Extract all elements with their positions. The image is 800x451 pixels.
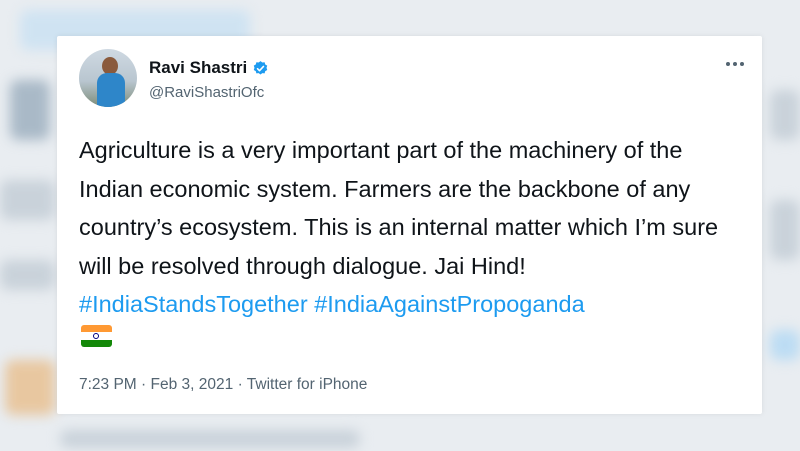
tweet-meta: 7:23 PM · Feb 3, 2021 · Twitter for iPho… [79,376,367,394]
blurred-shape [10,80,50,140]
separator: · [141,376,147,393]
avatar[interactable] [79,49,137,107]
hashtag-link[interactable]: #IndiaStandsTogether [79,291,308,317]
tweet-date[interactable]: Feb 3, 2021 [151,376,234,393]
blurred-shape [5,360,55,415]
separator: · [237,376,243,393]
hashtag-link[interactable]: #IndiaAgainstPropoganda [314,291,584,317]
more-options-icon[interactable] [726,62,744,66]
dot [740,62,744,66]
tweet-time[interactable]: 7:23 PM [79,376,137,393]
india-flag-icon [81,325,112,347]
tweet-body: Agriculture is a very important part of … [79,137,719,279]
blurred-shape [60,430,360,448]
blurred-shape [0,180,55,220]
author-name-row[interactable]: Ravi Shastri [149,58,269,78]
tweet-source[interactable]: Twitter for iPhone [247,376,368,393]
verified-badge-icon [254,60,268,75]
avatar-body [97,73,125,107]
dot [726,62,730,66]
blurred-shape [0,260,55,290]
tweet-card: Ravi Shastri @RaviShastriOfc Agriculture… [57,36,762,414]
blurred-shape [770,200,800,260]
blurred-shape [770,330,800,360]
tweet-text: Agriculture is a very important part of … [79,131,749,324]
author-display-name[interactable]: Ravi Shastri [149,58,247,78]
author-handle[interactable]: @RaviShastriOfc [149,84,264,101]
dot [733,62,737,66]
blurred-shape [770,90,800,140]
